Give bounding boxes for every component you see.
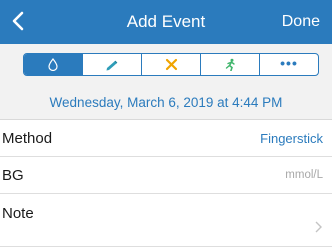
exercise-icon — [225, 58, 235, 71]
segment-more[interactable]: ••• — [259, 54, 318, 75]
segment-note[interactable] — [82, 54, 141, 75]
page-title: Add Event — [126, 12, 206, 31]
bg-row[interactable]: BG mmol/L — [0, 157, 332, 194]
back-button[interactable] — [8, 8, 28, 34]
pen-icon — [106, 60, 118, 70]
nav-bar: Add Event Done — [0, 0, 332, 44]
fork-knife-icon — [165, 58, 177, 71]
segment-blood-glucose[interactable] — [24, 54, 82, 75]
segment-exercise[interactable] — [200, 54, 259, 75]
bg-label: BG — [2, 166, 24, 184]
done-button[interactable]: Done — [282, 0, 320, 44]
event-type-selector: ••• — [23, 53, 319, 76]
method-label: Method — [2, 129, 53, 147]
more-icon: ••• — [280, 54, 298, 71]
blood-drop-icon — [48, 58, 58, 71]
method-value[interactable]: Fingerstick — [260, 131, 323, 146]
segment-food[interactable] — [141, 54, 200, 75]
chevron-left-icon — [12, 11, 24, 31]
event-form: Method Fingerstick BG mmol/L Note — [0, 119, 332, 248]
event-datetime[interactable]: Wednesday, March 6, 2019 at 4:44 PM — [0, 95, 332, 110]
note-label: Note — [2, 205, 34, 222]
note-row[interactable]: Note — [0, 194, 332, 247]
method-row[interactable]: Method Fingerstick — [0, 120, 332, 157]
chevron-right-icon — [315, 221, 322, 233]
bg-input[interactable]: mmol/L — [285, 169, 323, 181]
